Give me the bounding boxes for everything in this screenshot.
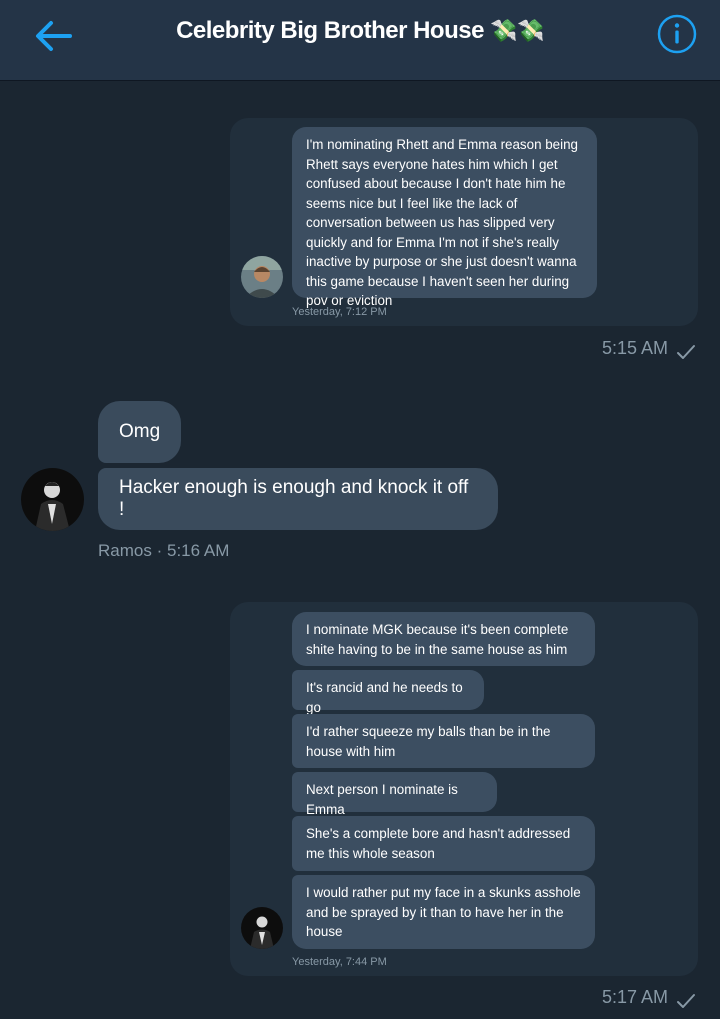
info-button[interactable]: [656, 13, 698, 55]
message-time: 5:15 AM: [601, 338, 668, 358]
sender-avatar[interactable]: [21, 468, 84, 531]
screenshot-message-bubble: I nominate MGK because it's been complet…: [292, 612, 595, 666]
screenshot-message-bubble: I would rather put my face in a skunks a…: [292, 875, 595, 949]
screenshot-sender-avatar: [241, 256, 283, 298]
received-message-bubble: Omg: [98, 401, 181, 463]
message-time: 5:16 AM: [167, 541, 230, 560]
conversation-title[interactable]: Celebrity Big Brother House 💸💸: [0, 17, 720, 45]
checkmark-icon: [676, 344, 696, 360]
conversation-header: Celebrity Big Brother House 💸💸: [0, 0, 720, 80]
screenshot-message-bubble: Next person I nominate is Emma: [292, 772, 497, 817]
screenshot-message-bubble: It's rancid and he needs to go: [292, 670, 484, 715]
screenshot-timestamp: Yesterday, 7:44 PM: [292, 956, 387, 968]
screenshot-timestamp: Yesterday, 7:12 PM: [292, 306, 387, 318]
checkmark-icon: [676, 993, 696, 1009]
info-circle-icon: [657, 14, 697, 54]
message-time: 5:17 AM: [601, 987, 668, 1007]
screenshot-message-bubble: She's a complete bore and hasn't address…: [292, 816, 595, 871]
message-meta: Ramos · 5:16 AM: [98, 541, 229, 561]
screenshot-message-bubble: I'd rather squeeze my balls than be in t…: [292, 714, 595, 768]
money-emoji: 💸💸: [490, 18, 544, 43]
sender-name: Ramos: [98, 541, 152, 560]
conversation-title-text: Celebrity Big Brother House: [176, 17, 484, 44]
meta-separator: ·: [156, 541, 163, 560]
screenshot-sender-avatar: [241, 907, 283, 949]
screenshot-message-bubble: I'm nominating Rhett and Emma reason bei…: [292, 127, 597, 308]
received-message-bubble: Hacker enough is enough and knock it off…: [98, 468, 498, 530]
